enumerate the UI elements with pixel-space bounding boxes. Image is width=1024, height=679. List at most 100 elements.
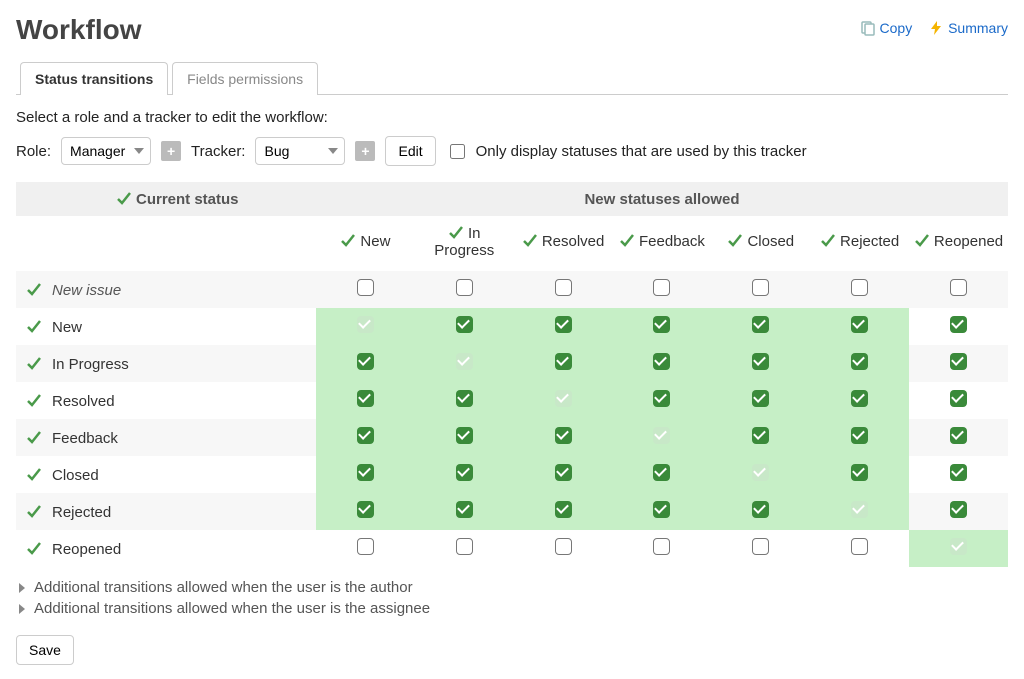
only-used-checkbox[interactable] [450, 144, 465, 159]
row-header[interactable]: Reopened [16, 530, 316, 567]
transition-checkbox[interactable] [950, 279, 967, 296]
row-header[interactable]: In Progress [16, 345, 316, 382]
check-all-row-icon[interactable] [26, 429, 42, 445]
transition-checkbox[interactable] [851, 538, 868, 555]
transition-checkbox[interactable] [456, 538, 473, 555]
transition-checkbox[interactable] [357, 501, 374, 518]
transition-checkbox[interactable] [950, 464, 967, 481]
tracker-select[interactable]: Bug [255, 137, 345, 165]
transition-checkbox[interactable] [653, 464, 670, 481]
role-add-button[interactable]: + [161, 141, 181, 161]
transition-checkbox[interactable] [555, 427, 572, 444]
edit-button[interactable]: Edit [385, 136, 435, 166]
check-all-row-icon[interactable] [26, 540, 42, 556]
transition-checkbox[interactable] [555, 390, 572, 407]
column-header[interactable]: Closed [711, 216, 810, 271]
transition-checkbox[interactable] [653, 501, 670, 518]
check-all-column-icon[interactable] [340, 232, 356, 248]
column-header[interactable]: Feedback [613, 216, 712, 271]
transition-checkbox[interactable] [456, 464, 473, 481]
transition-checkbox[interactable] [653, 427, 670, 444]
column-header[interactable]: Reopened [909, 216, 1008, 271]
check-all-current-icon[interactable] [116, 190, 132, 206]
check-all-row-icon[interactable] [26, 503, 42, 519]
row-header[interactable]: New issue [16, 271, 316, 308]
transition-checkbox[interactable] [456, 353, 473, 370]
transition-checkbox[interactable] [653, 353, 670, 370]
transition-checkbox[interactable] [851, 427, 868, 444]
transition-checkbox[interactable] [851, 316, 868, 333]
transition-checkbox[interactable] [456, 390, 473, 407]
check-all-row-icon[interactable] [26, 355, 42, 371]
transition-checkbox[interactable] [357, 427, 374, 444]
transition-checkbox[interactable] [456, 316, 473, 333]
transition-checkbox[interactable] [555, 316, 572, 333]
transition-checkbox[interactable] [357, 316, 374, 333]
collapsible-author[interactable]: Additional transitions allowed when the … [16, 577, 1008, 598]
transition-checkbox[interactable] [851, 501, 868, 518]
transition-checkbox[interactable] [752, 538, 769, 555]
transition-checkbox[interactable] [752, 390, 769, 407]
transition-checkbox[interactable] [752, 353, 769, 370]
tracker-add-button[interactable]: + [355, 141, 375, 161]
transition-checkbox[interactable] [752, 501, 769, 518]
transition-checkbox[interactable] [752, 279, 769, 296]
check-all-column-icon[interactable] [914, 232, 930, 248]
transition-checkbox[interactable] [851, 464, 868, 481]
check-all-row-icon[interactable] [26, 466, 42, 482]
transition-checkbox[interactable] [357, 390, 374, 407]
check-all-column-icon[interactable] [522, 232, 538, 248]
tab-fields-permissions[interactable]: Fields permissions [172, 62, 318, 95]
transition-checkbox[interactable] [653, 538, 670, 555]
row-header[interactable]: New [16, 308, 316, 345]
transition-checkbox[interactable] [357, 464, 374, 481]
summary-link[interactable]: Summary [928, 20, 1008, 36]
only-used-wrap[interactable]: Only display statuses that are used by t… [446, 141, 807, 162]
transition-checkbox[interactable] [752, 427, 769, 444]
role-select[interactable]: Manager [61, 137, 151, 165]
check-all-column-icon[interactable] [619, 232, 635, 248]
row-header[interactable]: Resolved [16, 382, 316, 419]
check-all-column-icon[interactable] [820, 232, 836, 248]
transition-checkbox[interactable] [456, 501, 473, 518]
transition-checkbox[interactable] [653, 390, 670, 407]
transition-checkbox[interactable] [555, 464, 572, 481]
transition-checkbox[interactable] [950, 353, 967, 370]
transition-checkbox[interactable] [357, 353, 374, 370]
collapsible-assignee[interactable]: Additional transitions allowed when the … [16, 598, 1008, 619]
transition-checkbox[interactable] [357, 279, 374, 296]
transition-checkbox[interactable] [752, 464, 769, 481]
transition-checkbox[interactable] [653, 279, 670, 296]
check-all-row-icon[interactable] [26, 281, 42, 297]
transition-checkbox[interactable] [555, 353, 572, 370]
transition-checkbox[interactable] [653, 316, 670, 333]
column-header[interactable]: InProgress [415, 216, 514, 271]
check-all-row-icon[interactable] [26, 392, 42, 408]
column-header[interactable]: Rejected [810, 216, 909, 271]
transition-checkbox[interactable] [851, 279, 868, 296]
column-header[interactable]: Resolved [514, 216, 613, 271]
transition-checkbox[interactable] [950, 538, 967, 555]
transition-checkbox[interactable] [555, 501, 572, 518]
tab-status-transitions[interactable]: Status transitions [20, 62, 168, 95]
transition-checkbox[interactable] [950, 427, 967, 444]
transition-checkbox[interactable] [950, 501, 967, 518]
check-all-column-icon[interactable] [727, 232, 743, 248]
transition-checkbox[interactable] [950, 316, 967, 333]
transition-checkbox[interactable] [950, 390, 967, 407]
transition-checkbox[interactable] [555, 538, 572, 555]
transition-checkbox[interactable] [851, 390, 868, 407]
row-header[interactable]: Feedback [16, 419, 316, 456]
transition-checkbox[interactable] [555, 279, 572, 296]
check-all-row-icon[interactable] [26, 318, 42, 334]
save-button[interactable]: Save [16, 635, 74, 665]
row-header[interactable]: Rejected [16, 493, 316, 530]
transition-checkbox[interactable] [851, 353, 868, 370]
transition-checkbox[interactable] [357, 538, 374, 555]
transition-checkbox[interactable] [456, 427, 473, 444]
check-all-column-icon[interactable] [448, 224, 464, 240]
row-header[interactable]: Closed [16, 456, 316, 493]
transition-checkbox[interactable] [752, 316, 769, 333]
column-header[interactable]: New [316, 216, 415, 271]
transition-checkbox[interactable] [456, 279, 473, 296]
